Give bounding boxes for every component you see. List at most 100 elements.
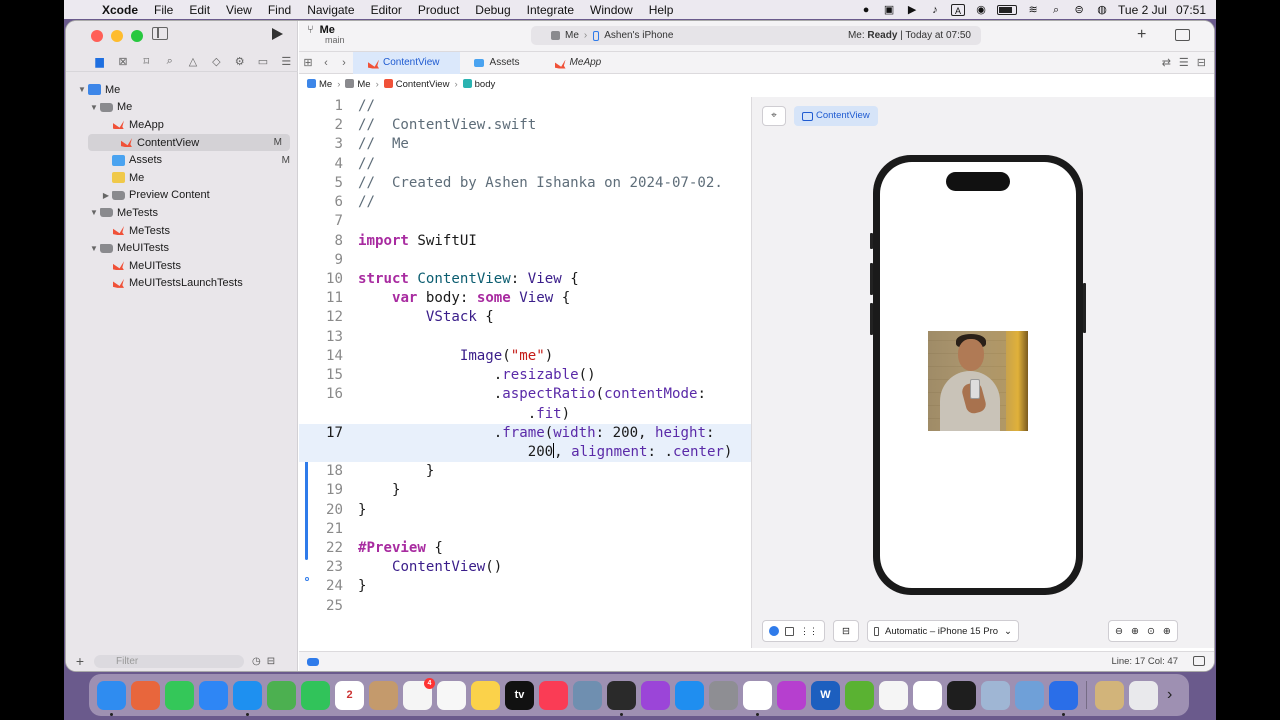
xcode-icon[interactable]: [1049, 680, 1078, 716]
report-navigator-tab[interactable]: ☰: [275, 55, 298, 68]
code-line[interactable]: 7: [299, 212, 751, 231]
menu-debug[interactable]: Debug: [467, 3, 518, 17]
terminal-icon[interactable]: [947, 680, 976, 710]
messages-icon[interactable]: [165, 680, 194, 710]
jump-bar-item[interactable]: ContentView: [383, 78, 449, 90]
editor-options-icon[interactable]: ☰: [1179, 56, 1189, 69]
code-line[interactable]: 9: [299, 251, 751, 270]
add-file-icon[interactable]: +: [66, 653, 94, 669]
calendar-icon[interactable]: 2: [335, 680, 364, 710]
device-selector[interactable]: Automatic – iPhone 15 Pro ⌄: [867, 620, 1019, 642]
me-image[interactable]: [928, 331, 1028, 431]
jump-bar-item[interactable]: Me: [345, 78, 371, 90]
zoom-actual-icon[interactable]: ⊙: [1147, 626, 1155, 637]
code-line[interactable]: 22 #Preview {: [299, 539, 751, 558]
destination-selector[interactable]: Ashen's iPhone: [593, 30, 673, 41]
spotlight-icon[interactable]: ⌕: [1049, 4, 1063, 16]
pin-icon[interactable]: ⌖: [762, 106, 786, 126]
source-control-navigator-tab[interactable]: ⊠: [111, 55, 134, 68]
chrome-icon[interactable]: [743, 680, 772, 716]
record-icon[interactable]: ●: [859, 4, 873, 16]
menu-editor[interactable]: Editor: [363, 3, 410, 17]
music-icon[interactable]: [539, 680, 568, 710]
phone-screen[interactable]: [880, 162, 1076, 588]
chevron-down-icon[interactable]: ▼: [76, 85, 88, 94]
code-line[interactable]: 17 .frame(width: 200, height:: [299, 423, 751, 443]
reminders-icon[interactable]: 4: [403, 677, 435, 710]
jump-bar-item[interactable]: body: [462, 78, 495, 90]
control-center-icon[interactable]: ⊜: [1072, 4, 1086, 16]
file-tree-row[interactable]: ▼ Me: [66, 99, 298, 117]
contacts-icon[interactable]: [369, 680, 398, 710]
minimize-window-button[interactable]: [111, 30, 123, 42]
code-line[interactable]: 3 // Me: [299, 135, 751, 154]
project-branch[interactable]: ⑂ Me main: [307, 24, 345, 45]
inspector-toggle-icon[interactable]: [1175, 29, 1190, 41]
debug-navigator-tab[interactable]: ⚙: [228, 55, 251, 68]
code-line[interactable]: 18 }: [299, 462, 751, 481]
source-editor[interactable]: 1 // 2 // ContentView.swift 3 // Me 4 // 5 // Cre…: [299, 97, 751, 647]
tab-contentview[interactable]: ContentView: [353, 51, 460, 74]
variants-icon[interactable]: ⋮⋮: [800, 626, 818, 637]
sidebar-toggle-icon[interactable]: [152, 27, 168, 40]
scheme-selector[interactable]: Me ›: [551, 30, 587, 41]
utorrent-icon[interactable]: [845, 680, 874, 710]
jump-bar-item[interactable]: Me: [307, 78, 332, 90]
code-line[interactable]: 16 .aspectRatio(contentMode:: [299, 385, 751, 404]
menu-product[interactable]: Product: [410, 3, 467, 17]
menu-help[interactable]: Help: [641, 3, 682, 17]
debug-area-toggle-icon[interactable]: [307, 658, 319, 666]
code-line[interactable]: 14 Image("me"): [299, 347, 751, 366]
code-line[interactable]: 4 //: [299, 155, 751, 174]
bookmark-navigator-tab[interactable]: ⌑: [135, 55, 158, 68]
trash-icon[interactable]: [1129, 680, 1158, 710]
podcasts-icon[interactable]: [641, 680, 670, 710]
menu-date[interactable]: Tue 2 Jul: [1118, 3, 1167, 17]
code-line[interactable]: 24}: [299, 577, 751, 596]
preview-chip[interactable]: ContentView: [794, 106, 878, 126]
dock-more-icon[interactable]: ›: [1167, 686, 1172, 704]
find-navigator-tab[interactable]: ⌕: [158, 55, 181, 68]
code-line[interactable]: 25: [299, 597, 751, 616]
code-line[interactable]: 21: [299, 520, 751, 539]
file-tree-row[interactable]: MeUITestsLaunchTests: [66, 275, 298, 293]
file-tree-row[interactable]: ▼ MeTests: [66, 204, 298, 222]
code-line[interactable]: 13: [299, 328, 751, 347]
code-line[interactable]: 15 .resizable(): [299, 366, 751, 385]
project-navigator-tab[interactable]: ▆: [88, 55, 111, 68]
siri-icon[interactable]: ◍: [1095, 4, 1109, 16]
code-line[interactable]: 11 var body: some View {: [299, 289, 751, 308]
input-source-icon[interactable]: A: [951, 3, 966, 16]
code-line[interactable]: 1 //: [299, 97, 751, 116]
system-settings-icon[interactable]: [709, 680, 738, 710]
code-line[interactable]: 200, alignment: .center): [299, 442, 751, 463]
code-line[interactable]: 19 }: [299, 481, 751, 500]
split-editor-icon[interactable]: ⊟: [1197, 56, 1206, 69]
related-items-icon[interactable]: ⊞: [299, 56, 317, 69]
show-debug-area-icon[interactable]: [1193, 656, 1205, 666]
filter-options-icon[interactable]: ⊟: [267, 656, 275, 667]
code-line[interactable]: .fit): [299, 405, 751, 424]
zoom-fit-icon[interactable]: ⊕: [1163, 626, 1171, 637]
play-icon[interactable]: ▶: [905, 4, 919, 16]
file-tree-row[interactable]: MeApp: [66, 116, 298, 134]
chevron-down-icon[interactable]: ▼: [88, 103, 100, 112]
menu-integrate[interactable]: Integrate: [519, 3, 582, 17]
zoom-in-icon[interactable]: ⊕: [1131, 626, 1139, 637]
selectable-mode-icon[interactable]: [785, 626, 794, 636]
code-line[interactable]: 20}: [299, 501, 751, 520]
issue-navigator-tab[interactable]: △: [181, 55, 204, 68]
facetime-icon[interactable]: [301, 680, 330, 710]
user-icon[interactable]: ◉: [974, 4, 988, 16]
chevron-down-icon[interactable]: ▼: [88, 244, 100, 253]
speeko-icon[interactable]: [777, 680, 806, 710]
tab-assets[interactable]: Assets: [460, 52, 540, 74]
go-forward-icon[interactable]: ›: [335, 57, 353, 69]
wifi-icon[interactable]: ≋: [1026, 4, 1040, 16]
menu-edit[interactable]: Edit: [181, 3, 218, 17]
menu-app-name[interactable]: Xcode: [94, 3, 146, 17]
device-settings-icon[interactable]: ⊟: [833, 620, 859, 642]
menu-file[interactable]: File: [146, 3, 181, 17]
brave-icon[interactable]: [879, 680, 908, 710]
code-line[interactable]: 6 //: [299, 193, 751, 212]
